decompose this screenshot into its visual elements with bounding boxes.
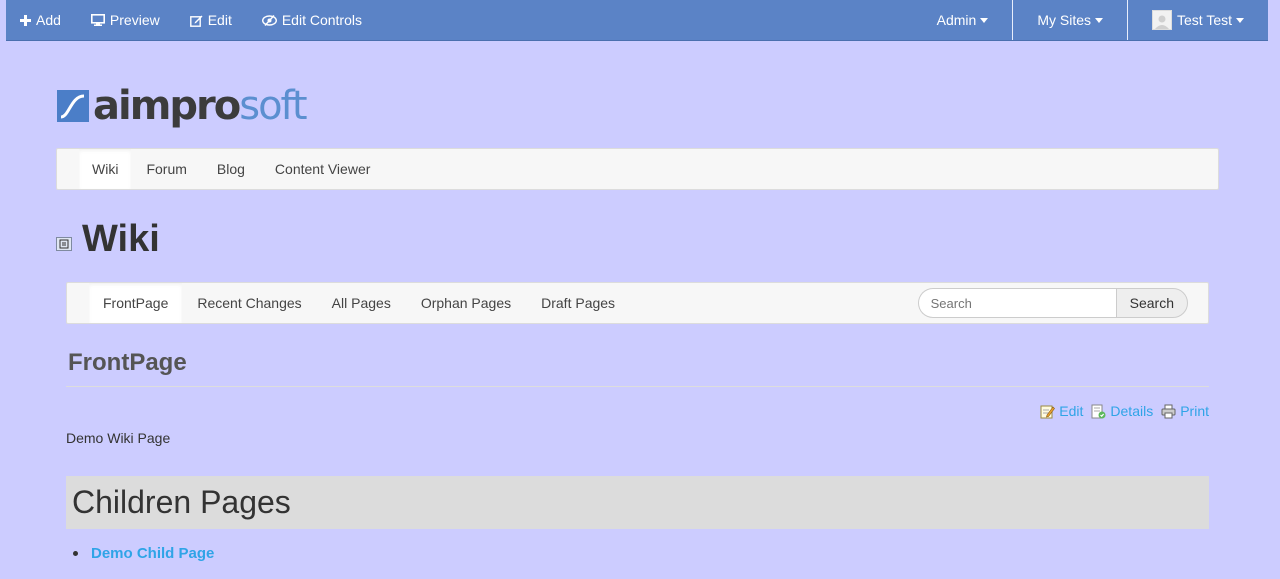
nav-item-blog[interactable]: Blog <box>202 149 260 189</box>
nav-item-wiki[interactable]: Wiki <box>79 149 132 189</box>
plus-icon <box>20 14 31 26</box>
children-pages-list: Demo Child Page <box>73 545 214 562</box>
logo-text: aimprosoft <box>93 83 308 129</box>
print-icon <box>1161 404 1176 418</box>
admin-menu[interactable]: Admin <box>913 0 1013 40</box>
children-pages-heading: Children Pages <box>72 484 291 520</box>
tab-draft-pages[interactable]: Draft Pages <box>526 283 630 323</box>
tab-orphan-pages[interactable]: Orphan Pages <box>406 283 526 323</box>
caret-down-icon <box>1236 17 1244 23</box>
edit-button[interactable]: Edit <box>189 0 232 40</box>
my-sites-label: My Sites <box>1037 12 1091 28</box>
add-button[interactable]: Add <box>20 0 61 40</box>
details-link[interactable]: Details <box>1091 403 1153 419</box>
wiki-navigation: FrontPage Recent Changes All Pages Orpha… <box>66 282 1209 324</box>
my-sites-menu[interactable]: My Sites <box>1012 0 1127 40</box>
divider <box>66 386 1209 387</box>
edit-page-link[interactable]: Edit <box>1040 403 1083 419</box>
tab-all-pages[interactable]: All Pages <box>317 283 406 323</box>
logo-text-part1: aimpro <box>93 83 241 129</box>
user-label: Test Test <box>1177 12 1232 28</box>
edit-label: Edit <box>207 12 232 28</box>
print-label: Print <box>1180 403 1209 419</box>
caret-down-icon <box>1095 17 1103 23</box>
preview-button[interactable]: Preview <box>90 0 160 40</box>
portlet-title: Wiki <box>82 218 160 260</box>
edit-icon <box>189 15 203 27</box>
nav-item-content-viewer[interactable]: Content Viewer <box>260 149 385 189</box>
details-icon <box>1091 404 1106 418</box>
nav-item-forum[interactable]: Forum <box>131 149 201 189</box>
main-navigation: Wiki Forum Blog Content Viewer <box>56 148 1219 190</box>
edit-page-label: Edit <box>1059 403 1084 419</box>
portlet-icon[interactable] <box>56 236 72 251</box>
tab-recent-changes[interactable]: Recent Changes <box>182 283 316 323</box>
add-label: Add <box>36 12 61 28</box>
logo-text-part2: soft <box>239 83 307 129</box>
search-form: Search <box>917 288 1188 318</box>
edit-controls-button[interactable]: Edit Controls <box>261 0 362 40</box>
search-button[interactable]: Search <box>1115 288 1188 318</box>
child-page-link[interactable]: Demo Child Page <box>73 545 214 562</box>
children-pages-header: Children Pages <box>66 476 1209 529</box>
site-logo[interactable]: aimprosoft <box>57 83 308 129</box>
dockbar: Add Preview Edit Edit Controls Admin My … <box>6 0 1268 41</box>
search-input[interactable] <box>917 288 1116 318</box>
edit-controls-label: Edit Controls <box>281 12 362 28</box>
admin-label: Admin <box>936 12 977 28</box>
print-link[interactable]: Print <box>1161 403 1209 419</box>
dockbar-left: Add Preview Edit Edit Controls <box>6 0 392 40</box>
page-content: Demo Wiki Page <box>66 430 171 446</box>
page-actions: Edit Details Print <box>1032 403 1209 419</box>
desktop-icon <box>90 14 105 26</box>
eye-slash-icon <box>261 14 277 26</box>
user-silhouette-icon <box>1155 15 1169 29</box>
page-title: FrontPage <box>68 349 187 376</box>
dockbar-right: Admin My Sites Test Test <box>913 0 1268 40</box>
user-menu[interactable]: Test Test <box>1127 0 1268 40</box>
logo-mark-icon <box>57 90 89 122</box>
details-label: Details <box>1110 403 1154 419</box>
avatar <box>1152 10 1172 30</box>
portlet-header: Wiki <box>56 218 160 261</box>
tab-frontpage[interactable]: FrontPage <box>89 283 183 323</box>
document-icon <box>59 239 69 248</box>
preview-label: Preview <box>109 12 160 28</box>
caret-down-icon <box>980 17 989 23</box>
edit-page-icon <box>1040 405 1056 418</box>
